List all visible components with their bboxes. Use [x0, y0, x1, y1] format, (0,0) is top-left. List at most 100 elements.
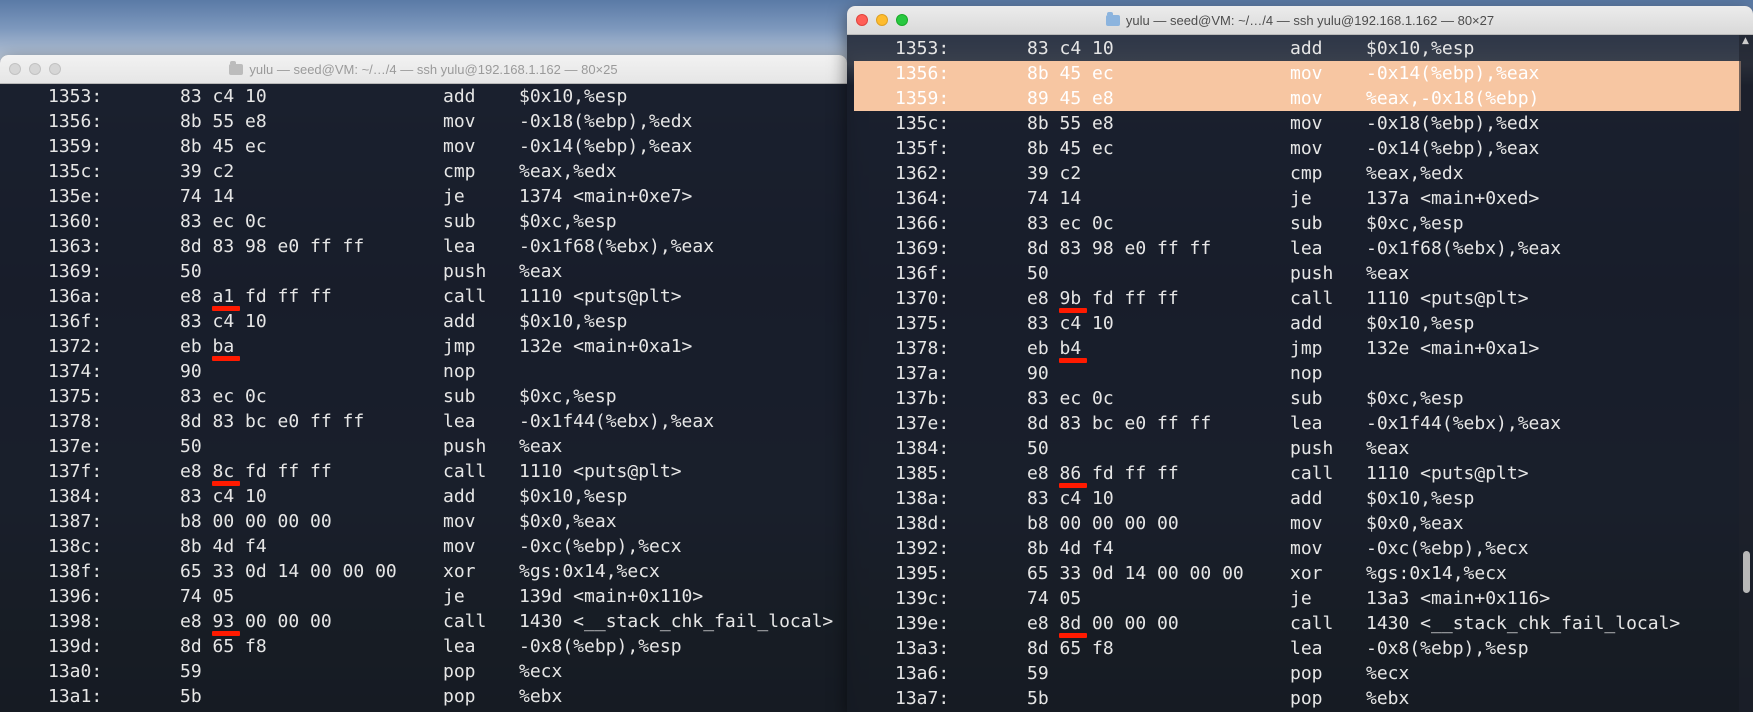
line-opcode: je — [443, 186, 465, 207]
close-button[interactable] — [856, 14, 868, 26]
line-opcode: pop — [1290, 688, 1323, 709]
disassembly-line: 1384: 50 push %eax — [847, 436, 1753, 461]
line-operands: %ebx — [1366, 688, 1410, 709]
line-operands: 13a3 <main+0x116> — [1366, 588, 1551, 609]
line-operands: -0xc(%ebp),%ecx — [519, 536, 682, 557]
minimize-button[interactable] — [876, 14, 888, 26]
line-opcode: mov — [443, 136, 476, 157]
disassembly-line: 137f: e8 8c fd ff ff call 1110 <puts@plt> — [0, 459, 847, 486]
line-address: 138d: — [895, 513, 950, 534]
line-bytes: 83 c4 10 — [1027, 488, 1114, 509]
left-terminal-window[interactable]: yulu — seed@VM: ~/…/4 — ssh yulu@192.168… — [0, 55, 847, 712]
line-bytes: 90 — [1027, 363, 1049, 384]
disassembly-line: 135c: 8b 55 e8 mov -0x18(%ebp),%edx — [847, 111, 1753, 136]
disassembly-line: 1359: 89 45 e8 mov %eax,-0x18(%ebp) — [847, 86, 1753, 111]
disassembly-line: 1374: 90 nop — [0, 359, 847, 384]
line-bytes: 74 05 — [1027, 588, 1082, 609]
line-opcode: mov — [443, 536, 476, 557]
line-bytes: 59 — [1027, 663, 1049, 684]
disassembly-line: 13a1: 5b pop %ebx — [0, 684, 847, 709]
line-bytes: 50 — [1027, 263, 1049, 284]
disassembly-line: 1384: 83 c4 10 add $0x10,%esp — [0, 484, 847, 509]
disassembly-line: 139c: 74 05 je 13a3 <main+0x116> — [847, 586, 1753, 611]
left-window-titlebar[interactable]: yulu — seed@VM: ~/…/4 — ssh yulu@192.168… — [0, 55, 847, 84]
right-scrollbar[interactable] — [1739, 35, 1753, 712]
line-bytes: e8 8d 00 00 00 — [1027, 613, 1179, 634]
line-operands: %ecx — [519, 661, 563, 682]
line-operands: %ecx — [1366, 663, 1410, 684]
disassembly-line: 1370: e8 9b fd ff ff call 1110 <puts@plt> — [847, 286, 1753, 313]
disassembly-line: 13a7: 5b pop %ebx — [847, 686, 1753, 711]
minimize-button[interactable] — [29, 63, 41, 75]
line-address: 1353: — [48, 86, 103, 107]
left-terminal-output[interactable]: 1353: 83 c4 10 add $0x10,%esp 1356: 8b 55 e8 m… — [0, 84, 847, 709]
line-bytes: 50 — [180, 261, 202, 282]
disassembly-line: 136f: 50 push %eax — [847, 261, 1753, 286]
disassembly-line: 1369: 8d 83 98 e0 ff ff lea -0x1f68(%ebx),%… — [847, 236, 1753, 261]
disassembly-line: 139d: 8d 65 f8 lea -0x8(%ebp),%esp — [0, 634, 847, 659]
line-bytes: e8 9b fd ff ff — [1027, 288, 1179, 309]
line-opcode: lea — [443, 636, 476, 657]
right-terminal-output[interactable]: 1353: 83 c4 10 add $0x10,%esp 1356: 8b 45 ec m… — [847, 35, 1753, 711]
disassembly-line: 13a3: 8d 65 f8 lea -0x8(%ebp),%esp — [847, 636, 1753, 661]
line-address: 139d: — [48, 636, 103, 657]
right-window-titlebar[interactable]: yulu — seed@VM: ~/…/4 — ssh yulu@192.168… — [847, 6, 1753, 35]
line-bytes: e8 93 00 00 00 — [180, 611, 332, 632]
line-opcode: sub — [1290, 213, 1323, 234]
line-operands: 132e <main+0xa1> — [519, 336, 693, 357]
line-operands: %ebx — [519, 686, 563, 707]
line-bytes: 39 c2 — [1027, 163, 1082, 184]
zoom-button[interactable] — [49, 63, 61, 75]
disassembly-line: 1359: 8b 45 ec mov -0x14(%ebp),%eax — [0, 134, 847, 159]
line-opcode: call — [443, 286, 487, 307]
line-operands: %eax,-0x18(%ebp) — [1366, 88, 1540, 109]
disassembly-line: 1362: 39 c2 cmp %eax,%edx — [847, 161, 1753, 186]
line-operands: $0x10,%esp — [1366, 313, 1475, 334]
line-address: 135f: — [895, 138, 950, 159]
line-bytes: 8b 4d f4 — [180, 536, 267, 557]
line-address: 138c: — [48, 536, 103, 557]
left-window-title-wrap: yulu — seed@VM: ~/…/4 — ssh yulu@192.168… — [229, 60, 618, 77]
disassembly-line: 1395: 65 33 0d 14 00 00 00 xor %gs:0x14,%ec… — [847, 561, 1753, 586]
line-opcode: je — [1290, 588, 1312, 609]
disassembly-line: 138c: 8b 4d f4 mov -0xc(%ebp),%ecx — [0, 534, 847, 559]
line-opcode: lea — [1290, 638, 1323, 659]
line-opcode: call — [1290, 288, 1334, 309]
line-opcode: add — [443, 86, 476, 107]
line-address: 1385: — [895, 463, 950, 484]
line-opcode: add — [1290, 38, 1323, 59]
line-bytes: 74 14 — [1027, 188, 1082, 209]
disassembly-line: 1356: 8b 45 ec mov -0x14(%ebp),%eax — [847, 61, 1753, 86]
zoom-button[interactable] — [896, 14, 908, 26]
line-operands: 1430 <__stack_chk_fail_local> — [1366, 613, 1681, 634]
line-opcode: lea — [1290, 238, 1323, 259]
line-opcode: mov — [1290, 538, 1323, 559]
line-opcode: jmp — [443, 336, 476, 357]
folder-icon — [229, 60, 244, 75]
line-operands: %eax — [519, 436, 563, 457]
line-operands: $0xc,%esp — [519, 386, 617, 407]
close-button[interactable] — [9, 63, 21, 75]
line-opcode: lea — [1290, 413, 1323, 434]
line-address: 1369: — [895, 238, 950, 259]
disassembly-line: 135c: 39 c2 cmp %eax,%edx — [0, 159, 847, 184]
disassembly-line: 136f: 83 c4 10 add $0x10,%esp — [0, 309, 847, 334]
line-opcode: je — [1290, 188, 1312, 209]
disassembly-line: 1353: 83 c4 10 add $0x10,%esp — [0, 84, 847, 109]
line-opcode: push — [443, 261, 487, 282]
scrollbar-thumb[interactable] — [1743, 551, 1750, 593]
disassembly-line: 1366: 83 ec 0c sub $0xc,%esp — [847, 211, 1753, 236]
line-address: 137e: — [48, 436, 103, 457]
line-opcode: push — [1290, 263, 1334, 284]
scroll-up-arrow-icon[interactable]: ▲ — [1742, 36, 1751, 46]
right-terminal-window[interactable]: yulu — seed@VM: ~/…/4 — ssh yulu@192.168… — [847, 6, 1753, 712]
line-bytes: 83 c4 10 — [180, 86, 267, 107]
line-opcode: lea — [443, 236, 476, 257]
disassembly-line: 139e: e8 8d 00 00 00 call 1430 <__stack_chk… — [847, 611, 1753, 638]
line-address: 1378: — [48, 411, 103, 432]
line-operands: 139d <main+0x110> — [519, 586, 704, 607]
line-bytes: 39 c2 — [180, 161, 235, 182]
line-bytes: 5b — [1027, 688, 1049, 709]
line-operands: 1110 <puts@plt> — [1366, 463, 1529, 484]
line-address: 1363: — [48, 236, 103, 257]
